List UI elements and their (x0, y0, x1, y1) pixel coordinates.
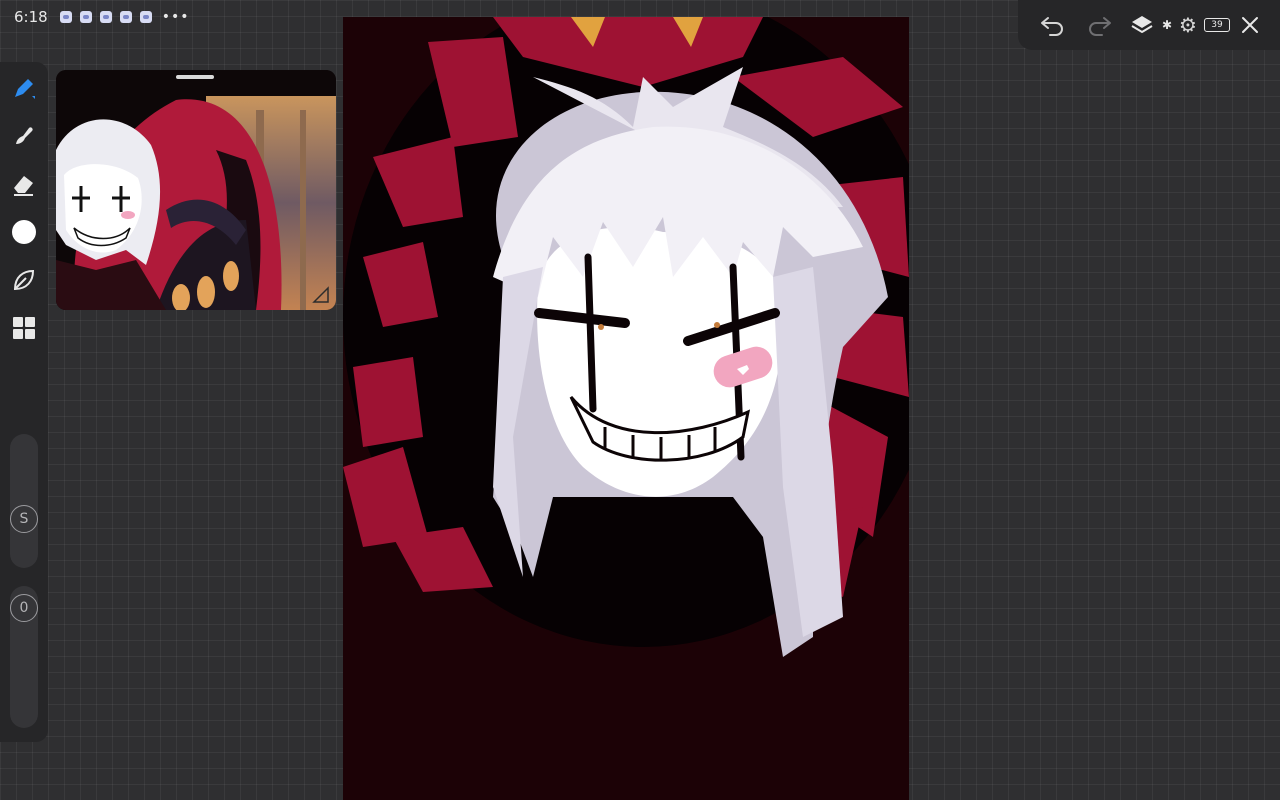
system-indicators: ✱ ⚙ 39 (1162, 13, 1230, 37)
status-bar: 6:18 ••• (0, 0, 189, 34)
artwork (343, 17, 909, 800)
opacity-knob[interactable]: 0 (10, 594, 38, 622)
battery-indicator: 39 (1204, 18, 1230, 32)
status-time: 6:18 (14, 8, 48, 26)
brush-icon (15, 79, 35, 99)
smudge-tool[interactable] (8, 120, 40, 152)
top-toolbar: ✱ ⚙ 39 (1018, 0, 1280, 50)
brush-size-knob[interactable]: S (10, 505, 38, 533)
app-notification-icon (79, 11, 92, 23)
close-icon (1242, 17, 1258, 33)
color-tool[interactable] (8, 216, 40, 248)
eraser-icon (14, 176, 33, 196)
layers-button[interactable] (1128, 8, 1156, 42)
brush-size-slider[interactable] (10, 434, 38, 568)
reference-drag-handle[interactable] (176, 75, 214, 79)
app-notification-icon (119, 11, 132, 23)
leaf-tool[interactable] (8, 264, 40, 296)
undo-icon (1041, 17, 1063, 36)
redo-button[interactable] (1082, 8, 1116, 42)
reference-image (56, 70, 336, 310)
settings-button[interactable]: ⚙ (1176, 13, 1200, 37)
reference-window[interactable] (56, 70, 336, 310)
brush-tool[interactable] (8, 72, 40, 104)
more-notifications-icon: ••• (161, 9, 190, 25)
app-notification-icon (99, 11, 112, 23)
smudge-icon (16, 127, 33, 144)
bluetooth-icon: ✱ (1161, 18, 1172, 32)
gallery-tool[interactable] (8, 312, 40, 344)
redo-icon (1089, 17, 1111, 36)
close-button[interactable] (1236, 8, 1264, 42)
app-notification-icon (139, 11, 152, 23)
app-notification-icon (59, 11, 72, 23)
drawing-canvas[interactable] (343, 17, 909, 800)
color-swatch (12, 220, 36, 244)
leaf-icon (13, 269, 35, 291)
tool-sidebar: S 0 (0, 62, 48, 742)
gear-icon: ⚙ (1179, 13, 1197, 37)
grid-icon (13, 317, 35, 339)
eraser-tool[interactable] (8, 168, 40, 200)
layers-icon (1131, 16, 1153, 34)
undo-button[interactable] (1036, 8, 1070, 42)
